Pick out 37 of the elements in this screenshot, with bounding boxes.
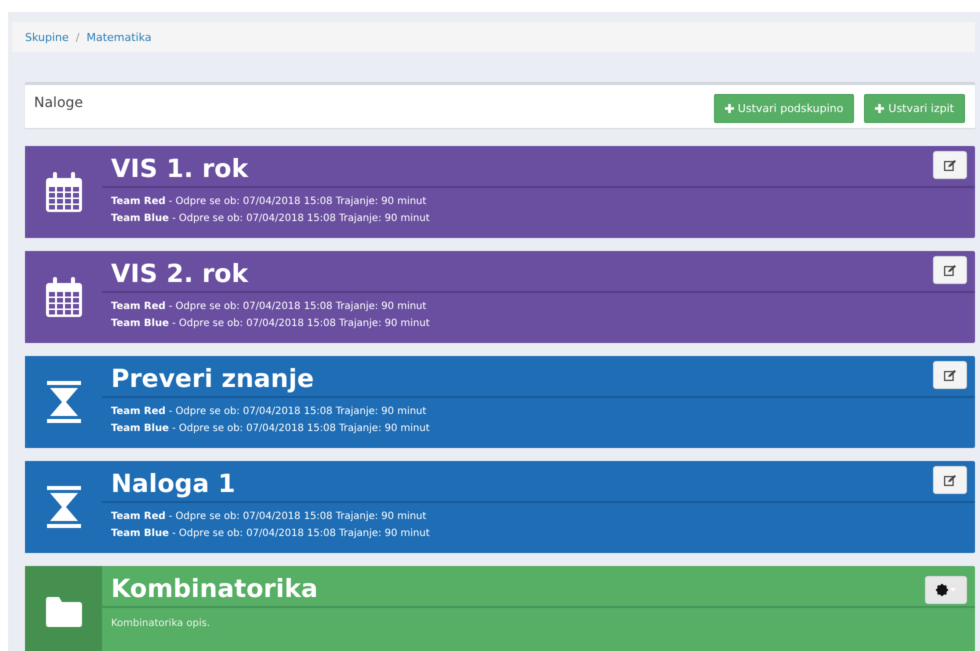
task-card[interactable]: Preveri znanje Team Red - Odpre se ob: 07/04/2018 15:08 Trajanje: 90 minut Team Blue - Odpre se ob: 07/04/2018 15:08 Trajanje: 90 minut <box>25 356 975 448</box>
plus-icon <box>875 104 884 113</box>
panel-title: Naloge <box>34 95 84 111</box>
hourglass-icon <box>46 486 80 528</box>
edit-icon <box>944 160 956 170</box>
calendar-icon <box>46 277 82 317</box>
card-description: Kombinatorika opis. <box>111 617 211 629</box>
calendar-icon <box>46 172 82 212</box>
edit-button[interactable] <box>933 151 967 179</box>
schedule-line: Team Red - Odpre se ob: 07/04/2018 15:08 Trajanje: 90 minut <box>111 300 428 314</box>
task-card[interactable]: VIS 2. rok Team Red - Odpre se ob: 07/04/2018 15:08 Trajanje: 90 minut Team Blue - Odpre se ob: 07/04/2018 15:08 Trajanje: 90 minut <box>25 251 975 343</box>
edit-icon <box>944 370 956 380</box>
schedule-line: Team Blue - Odpre se ob: 07/04/2018 15:08 Trajanje: 90 minut <box>111 212 431 226</box>
edit-button[interactable] <box>933 361 967 389</box>
edit-button[interactable] <box>933 466 967 494</box>
edit-icon <box>944 264 956 276</box>
schedule-line: Team Blue - Odpre se ob: 07/04/2018 15:08 Trajanje: 90 minut <box>111 422 431 436</box>
edit-button[interactable] <box>933 256 967 284</box>
task-card[interactable]: Naloga 1 Team Red - Odpre se ob: 07/04/2018 15:08 Trajanje: 90 minut Team Blue - Odpre se ob: 07/04/2018 15:08 Trajanje: 90 minut <box>25 461 975 553</box>
breadcrumb-link[interactable]: Matematika <box>86 30 152 44</box>
schedule-line: Team Blue - Odpre se ob: 07/04/2018 15:08 Trajanje: 90 minut <box>111 317 431 331</box>
edit-icon <box>944 474 956 486</box>
breadcrumb-separator: / <box>76 30 80 44</box>
settings-icon <box>936 584 948 596</box>
task-card[interactable]: VIS 1. rok Team Red - Odpre se ob: 07/04/2018 15:08 Trajanje: 90 minut Team Blue - Odpre se ob: 07/04/2018 15:08 Trajanje: 90 minut <box>25 146 975 238</box>
settings-button[interactable] <box>925 576 967 604</box>
create-button[interactable]: Ustvari podskupino <box>714 94 854 123</box>
breadcrumb-link[interactable]: Skupine <box>25 30 69 44</box>
schedule-line: Team Blue - Odpre se ob: 07/04/2018 15:08 Trajanje: 90 minut <box>111 527 431 541</box>
schedule-line: Team Red - Odpre se ob: 07/04/2018 15:08 Trajanje: 90 minut <box>111 405 428 419</box>
schedule-line: Team Red - Odpre se ob: 07/04/2018 15:08 Trajanje: 90 minut <box>111 195 428 209</box>
plus-icon <box>724 104 734 113</box>
schedule-line: Team Red - Odpre se ob: 07/04/2018 15:08 Trajanje: 90 minut <box>111 510 428 524</box>
create-button[interactable]: Ustvari izpit <box>864 94 965 123</box>
task-card[interactable]: Kombinatorika Kombinatorika opis. <box>25 566 975 651</box>
folder-icon <box>46 597 82 627</box>
hourglass-icon <box>46 381 80 423</box>
